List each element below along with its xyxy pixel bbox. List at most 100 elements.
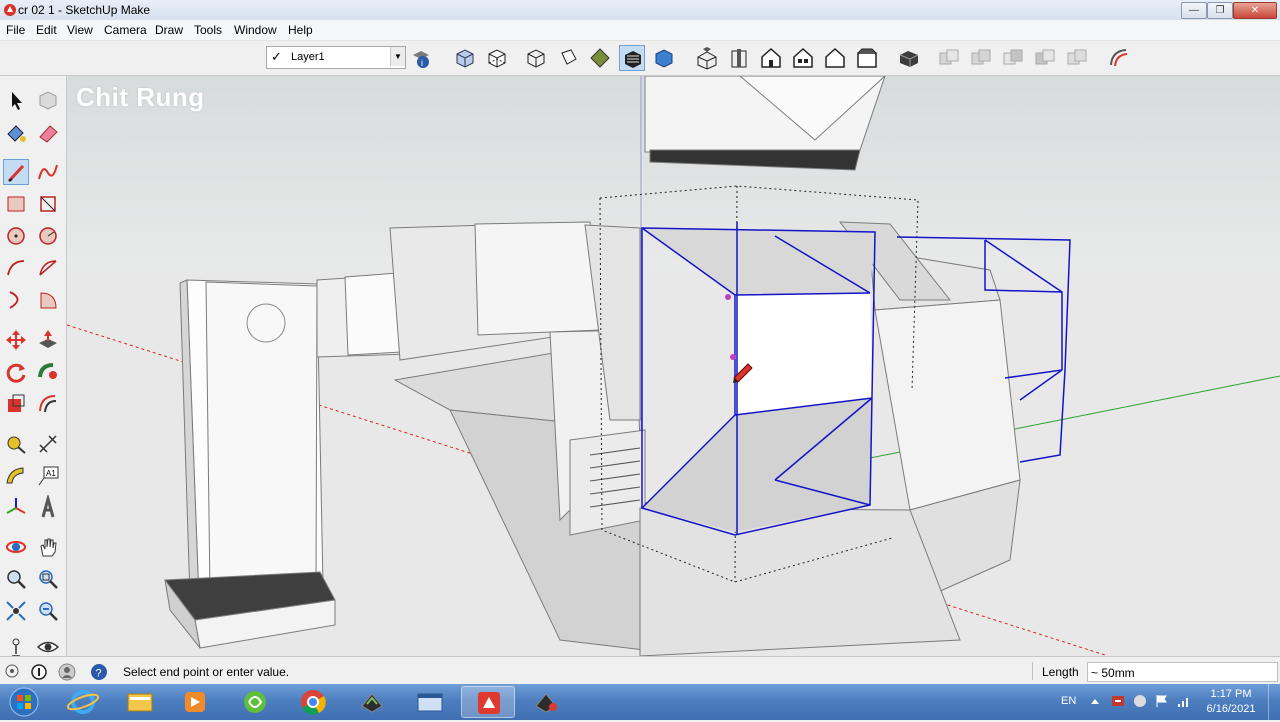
menu-draw[interactable]: Draw bbox=[155, 23, 183, 37]
zoom-tool-icon[interactable] bbox=[3, 566, 29, 592]
back-edges-icon[interactable] bbox=[484, 45, 510, 71]
intersect-icon[interactable] bbox=[936, 45, 962, 71]
model-viewport[interactable] bbox=[67, 76, 1280, 656]
menu-help[interactable]: Help bbox=[288, 23, 313, 37]
rectangle-tool-icon[interactable] bbox=[3, 191, 29, 217]
tray-network-flag-icon[interactable] bbox=[1154, 693, 1170, 709]
file-explorer-icon[interactable] bbox=[113, 686, 167, 718]
tape-measure-icon[interactable] bbox=[3, 431, 29, 457]
zoom-extents-icon[interactable] bbox=[3, 598, 29, 624]
follow-me-icon[interactable] bbox=[35, 359, 61, 385]
minimize-button[interactable]: — bbox=[1181, 2, 1207, 19]
credits-icon[interactable] bbox=[30, 663, 48, 681]
menu-edit[interactable]: Edit bbox=[36, 23, 57, 37]
line-tool-icon[interactable] bbox=[3, 159, 29, 185]
start-button[interactable] bbox=[0, 686, 48, 718]
move-tool-icon[interactable] bbox=[3, 327, 29, 353]
trim-icon[interactable] bbox=[1032, 45, 1058, 71]
axes-tool-icon[interactable] bbox=[3, 495, 29, 521]
layer-select[interactable]: ✓ Layer1 ▼ bbox=[266, 46, 406, 69]
circle-tool-icon[interactable] bbox=[3, 223, 29, 249]
union-icon[interactable] bbox=[968, 45, 994, 71]
tray-expand-icon[interactable] bbox=[1090, 696, 1100, 706]
xray-icon[interactable] bbox=[452, 45, 478, 71]
arc-tool-icon[interactable] bbox=[3, 255, 29, 281]
window-manager-icon[interactable] bbox=[403, 686, 457, 718]
left-view-icon[interactable] bbox=[854, 45, 880, 71]
three-point-arc-icon[interactable] bbox=[3, 287, 29, 313]
rotate-tool-icon[interactable] bbox=[3, 359, 29, 385]
outer-shell-icon[interactable] bbox=[896, 45, 922, 71]
measurements-label: Length bbox=[1042, 665, 1079, 679]
clock-date[interactable]: 6/16/2021 bbox=[1196, 703, 1266, 715]
two-point-arc-icon[interactable] bbox=[35, 255, 61, 281]
monochrome-icon[interactable] bbox=[651, 45, 677, 71]
iso-view-icon[interactable] bbox=[694, 45, 720, 71]
select-tool-icon[interactable] bbox=[3, 87, 29, 113]
tray-security-icon[interactable] bbox=[1110, 693, 1126, 709]
scale-tool-icon[interactable] bbox=[3, 391, 29, 417]
push-pull-icon[interactable] bbox=[35, 327, 61, 353]
layer-manager-icon[interactable]: i bbox=[408, 45, 434, 71]
text-tool-icon[interactable]: A1 bbox=[35, 463, 61, 489]
polygon-tool-icon[interactable] bbox=[35, 223, 61, 249]
menu-file[interactable]: File bbox=[6, 23, 25, 37]
help-icon[interactable]: ? bbox=[90, 663, 108, 681]
maximize-button[interactable]: ❐ bbox=[1207, 2, 1233, 19]
rotated-rectangle-icon[interactable] bbox=[35, 191, 61, 217]
head-block bbox=[644, 76, 886, 171]
window-title: cr 02 1 - SketchUp Make bbox=[18, 3, 151, 17]
geo-location-icon[interactable] bbox=[4, 663, 20, 679]
back-view-icon[interactable] bbox=[822, 45, 848, 71]
pie-tool-icon[interactable] bbox=[35, 287, 61, 313]
language-indicator[interactable]: EN bbox=[1061, 695, 1076, 707]
status-bar: ? Select end point or enter value. Lengt… bbox=[0, 656, 1280, 685]
sketchup-app-icon[interactable] bbox=[3, 3, 17, 17]
media-player-icon[interactable] bbox=[168, 686, 222, 718]
shaded-textures-icon[interactable] bbox=[619, 45, 645, 71]
subtract-icon[interactable] bbox=[1000, 45, 1026, 71]
menu-window[interactable]: Window bbox=[234, 23, 277, 37]
menu-view[interactable]: View bbox=[67, 23, 93, 37]
hidden-line-icon[interactable] bbox=[555, 45, 581, 71]
freehand-icon[interactable] bbox=[35, 159, 61, 185]
protractor-icon[interactable] bbox=[3, 463, 29, 489]
tray-app-icon[interactable] bbox=[1132, 693, 1148, 709]
app-green-icon[interactable] bbox=[228, 686, 282, 718]
dropdown-arrow-icon[interactable]: ▼ bbox=[390, 47, 405, 66]
zoom-window-icon[interactable] bbox=[35, 566, 61, 592]
eraser-icon[interactable] bbox=[35, 120, 61, 146]
sketchup-taskbar-icon[interactable] bbox=[461, 686, 515, 718]
dimension-tool-icon[interactable] bbox=[35, 431, 61, 457]
soften-edges-icon[interactable] bbox=[1106, 45, 1132, 71]
wireframe-icon[interactable] bbox=[523, 45, 549, 71]
internet-explorer-icon[interactable] bbox=[56, 686, 110, 718]
tool-palette: A1 bbox=[0, 76, 67, 657]
offset-tool-icon[interactable] bbox=[35, 391, 61, 417]
windows-taskbar: EN 1:17 PM 6/16/2021 bbox=[0, 684, 1280, 720]
inference-point bbox=[725, 294, 731, 300]
make-component-icon[interactable] bbox=[35, 87, 61, 113]
chrome-icon[interactable] bbox=[286, 686, 340, 718]
app-cad-icon[interactable] bbox=[519, 686, 573, 718]
toolbar: ✓ Layer1 ▼ i bbox=[0, 41, 1280, 76]
orbit-tool-icon[interactable] bbox=[3, 534, 29, 560]
shaded-icon[interactable] bbox=[587, 45, 613, 71]
front-view-icon[interactable] bbox=[758, 45, 784, 71]
3d-text-icon[interactable] bbox=[35, 493, 61, 521]
measurements-input[interactable]: ~ 50mm bbox=[1087, 662, 1278, 682]
pan-tool-icon[interactable] bbox=[35, 534, 61, 560]
right-view-icon[interactable] bbox=[790, 45, 816, 71]
split-icon[interactable] bbox=[1064, 45, 1090, 71]
user-icon[interactable] bbox=[58, 663, 76, 681]
clock-time[interactable]: 1:17 PM bbox=[1196, 688, 1266, 700]
app-dark-icon[interactable] bbox=[345, 686, 399, 718]
menu-camera[interactable]: Camera bbox=[104, 23, 147, 37]
previous-view-icon[interactable] bbox=[35, 598, 61, 624]
show-desktop-button[interactable] bbox=[1268, 684, 1280, 720]
top-view-icon[interactable] bbox=[726, 45, 752, 71]
menu-tools[interactable]: Tools bbox=[194, 23, 222, 37]
close-button[interactable]: ✕ bbox=[1233, 2, 1277, 19]
tray-signal-icon[interactable] bbox=[1176, 693, 1192, 709]
paint-bucket-icon[interactable] bbox=[3, 120, 29, 146]
